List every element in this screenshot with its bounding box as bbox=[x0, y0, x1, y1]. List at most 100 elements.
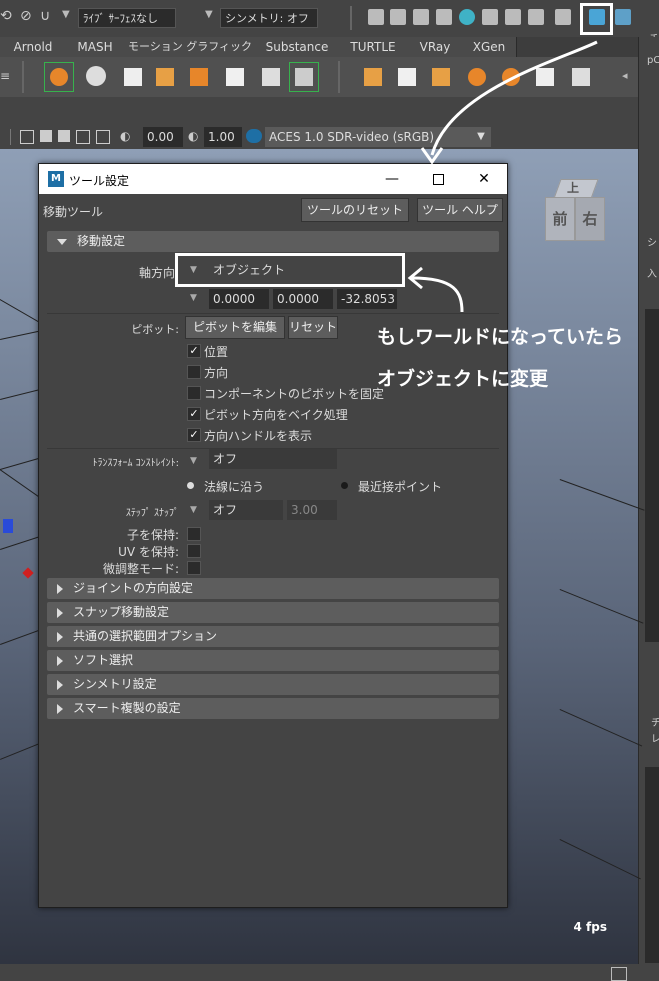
isolate-icon[interactable] bbox=[20, 130, 34, 144]
clapper-icon[interactable] bbox=[390, 9, 406, 25]
manipulator-x-arrow[interactable] bbox=[22, 567, 34, 579]
poly-box-icon[interactable] bbox=[426, 62, 456, 92]
backface-icon[interactable] bbox=[96, 130, 110, 144]
gamma-field[interactable]: 1.00 bbox=[204, 127, 242, 147]
step-snap-dropdown[interactable]: オフ bbox=[209, 500, 283, 520]
lasso-select-icon[interactable] bbox=[44, 62, 74, 92]
poly-cube-icon[interactable] bbox=[358, 62, 388, 92]
tool-name-label: 移動ツール bbox=[43, 205, 104, 219]
axis-x-field[interactable]: 0.0000 bbox=[209, 289, 269, 309]
checkbox-keep-uv[interactable] bbox=[187, 544, 201, 558]
manipulator-z-handle[interactable] bbox=[3, 519, 13, 533]
gamma-icon[interactable]: ◐ bbox=[188, 129, 198, 143]
view-cube-front-face[interactable]: 前 bbox=[545, 197, 575, 241]
extrude-icon[interactable] bbox=[150, 62, 180, 92]
checkbox-pin-component-pivot[interactable] bbox=[187, 386, 201, 400]
snap-point-icon[interactable]: ⊘ bbox=[20, 8, 32, 24]
poly-disc-icon[interactable] bbox=[566, 62, 596, 92]
radio-along-normal[interactable] bbox=[187, 482, 194, 489]
bevel-icon[interactable] bbox=[184, 62, 214, 92]
shelf-left-icon[interactable]: ≡ bbox=[0, 69, 10, 83]
section-joint-orient[interactable]: ジョイントの方向設定 bbox=[47, 578, 499, 599]
view-cube-right-face[interactable]: 右 bbox=[575, 197, 605, 241]
checkbox-orientation[interactable] bbox=[187, 365, 201, 379]
pivot-reset-button[interactable]: リセット bbox=[288, 316, 338, 339]
window-titlebar[interactable]: M ツール設定 — ✕ bbox=[39, 164, 507, 194]
tool-settings-window: M ツール設定 — ✕ 移動ツール ツールのリセット ツール ヘルプ 移動設定 … bbox=[38, 163, 508, 908]
step-snap-dropdown-arrow-icon[interactable]: ▼ bbox=[190, 505, 197, 515]
gamma-icon[interactable]: ◐ bbox=[120, 129, 130, 143]
hud-icon[interactable] bbox=[76, 130, 90, 144]
light-editor-icon[interactable] bbox=[482, 9, 498, 25]
poly-grid-icon[interactable] bbox=[530, 62, 560, 92]
maximize-button[interactable] bbox=[415, 164, 461, 194]
section-snap-move[interactable]: スナップ移動設定 bbox=[47, 602, 499, 623]
tab-xgen[interactable]: XGen bbox=[462, 37, 517, 57]
annotation-line-1: もしワールドになっていたら bbox=[377, 326, 624, 348]
exposure-field[interactable]: 0.00 bbox=[143, 127, 183, 147]
ipr-icon[interactable] bbox=[413, 9, 429, 25]
tab-motion-graphics[interactable]: モーション グラフィックス bbox=[124, 37, 257, 73]
section-smart-duplicate[interactable]: スマート複製の設定 bbox=[47, 698, 499, 719]
section-common-selection[interactable]: 共通の選択範囲オプション bbox=[47, 626, 499, 647]
poly-plane-icon[interactable] bbox=[392, 62, 422, 92]
shelf-scroll-icon[interactable]: ◂ bbox=[622, 69, 628, 82]
colorspace-arrow-icon[interactable]: ▼ bbox=[471, 127, 491, 147]
close-button[interactable]: ✕ bbox=[461, 164, 507, 194]
checkbox-show-handle[interactable]: ✓ bbox=[187, 428, 201, 442]
channel-box-icon[interactable] bbox=[615, 9, 631, 25]
sculpt-icon[interactable] bbox=[505, 9, 521, 25]
checkbox-bake-pivot[interactable]: ✓ bbox=[187, 407, 201, 421]
transform-constraint-dropdown[interactable]: オフ bbox=[209, 449, 337, 469]
shelf-separator bbox=[338, 61, 340, 93]
panel-dark-area bbox=[645, 309, 659, 642]
bridge-icon[interactable] bbox=[256, 62, 286, 92]
tab-vray[interactable]: VRay bbox=[408, 37, 463, 57]
minimize-button[interactable]: — bbox=[369, 164, 415, 194]
poly-sphere-icon[interactable] bbox=[496, 62, 526, 92]
tool-help-button[interactable]: ツール ヘルプ bbox=[417, 198, 503, 222]
character-icon[interactable] bbox=[528, 9, 544, 25]
axis-z-field[interactable]: -32.8053 bbox=[337, 289, 397, 309]
color-management-icon[interactable] bbox=[246, 129, 262, 143]
section-symmetry[interactable]: シンメトリ設定 bbox=[47, 674, 499, 695]
symmetry-dropdown-icon[interactable]: ▼ bbox=[205, 9, 213, 20]
tab-mash[interactable]: MASH bbox=[66, 37, 125, 57]
magnet-icon[interactable]: ∪ bbox=[40, 8, 50, 24]
tab-arnold[interactable]: Arnold bbox=[0, 37, 67, 57]
multicut-icon[interactable] bbox=[220, 62, 250, 92]
live-surface-field[interactable]: ﾗｲﾌﾞ ｻｰﾌｪｽなし bbox=[78, 8, 176, 28]
script-editor-icon[interactable] bbox=[611, 967, 627, 981]
colorspace-dropdown[interactable]: ACES 1.0 SDR-video (sRGB) bbox=[265, 127, 471, 147]
section-move-settings[interactable]: 移動設定 bbox=[47, 231, 499, 252]
green-tool-icon[interactable] bbox=[289, 62, 319, 92]
xray-icon[interactable] bbox=[40, 130, 52, 142]
paint-select-icon[interactable] bbox=[82, 62, 112, 92]
snap-curve-icon[interactable]: ⟲ bbox=[0, 8, 14, 26]
list-icon[interactable] bbox=[555, 9, 571, 25]
fps-readout: 4 fps bbox=[573, 920, 607, 934]
render-view-icon[interactable] bbox=[368, 9, 384, 25]
render-settings-icon[interactable] bbox=[436, 9, 452, 25]
annotation-line-2: オブジェクトに変更 bbox=[377, 368, 549, 390]
tab-substance[interactable]: Substance bbox=[256, 37, 339, 57]
view-cube[interactable]: 前 右 上 bbox=[543, 179, 607, 243]
edit-pivot-button[interactable]: ピボットを編集 bbox=[185, 316, 285, 339]
tab-turtle[interactable]: TURTLE bbox=[338, 37, 409, 57]
poly-torus-icon[interactable] bbox=[462, 62, 492, 92]
hypershade-icon[interactable] bbox=[459, 9, 475, 25]
radio-nearest-point[interactable] bbox=[341, 482, 348, 489]
checkbox-keep-children[interactable] bbox=[187, 527, 201, 541]
dropdown-arrow-icon[interactable]: ▼ bbox=[62, 9, 70, 20]
axis-y-field[interactable]: 0.0000 bbox=[273, 289, 333, 309]
symmetry-field[interactable]: シンメトリ: オフ bbox=[220, 8, 318, 28]
axis-values-arrow-icon[interactable]: ▼ bbox=[190, 293, 197, 303]
cube-grid-icon[interactable] bbox=[118, 62, 148, 92]
checkbox-fine-tune[interactable] bbox=[187, 561, 201, 575]
wireframe-icon[interactable] bbox=[58, 130, 70, 142]
constraint-dropdown-arrow-icon[interactable]: ▼ bbox=[190, 456, 197, 466]
section-soft-select[interactable]: ソフト選択 bbox=[47, 650, 499, 671]
tool-settings-icon[interactable] bbox=[589, 9, 605, 25]
reset-tool-button[interactable]: ツールのリセット bbox=[301, 198, 409, 222]
checkbox-position[interactable]: ✓ bbox=[187, 344, 201, 358]
